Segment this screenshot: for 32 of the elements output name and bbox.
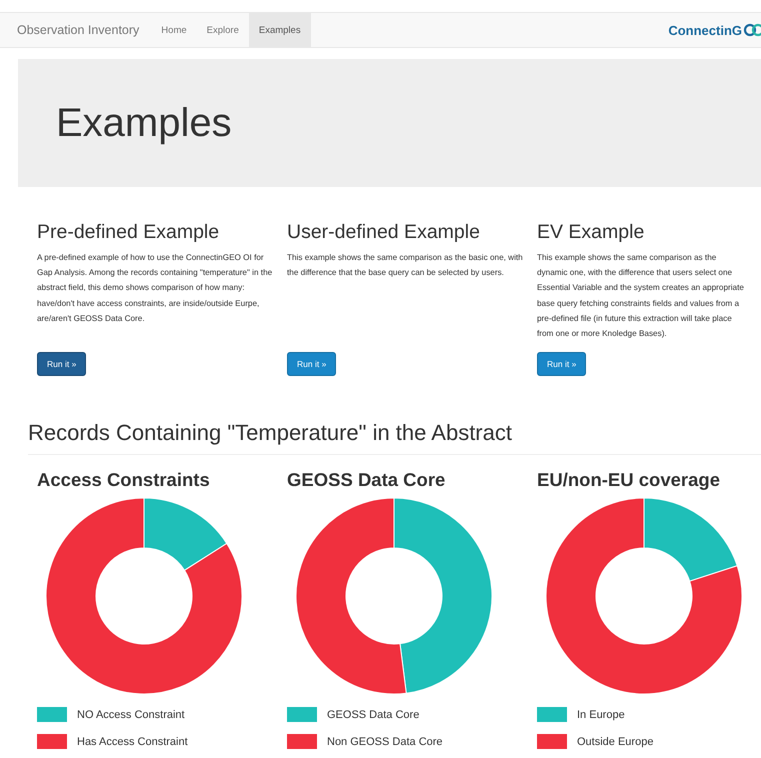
legend-label: Has Access Constraint [77, 736, 188, 748]
run-button[interactable]: Run it » [537, 352, 586, 376]
section-heading: Records Containing "Temperature" in the Abstract [28, 420, 761, 455]
chart-title: EU/non-EU coverage [537, 469, 721, 491]
run-button[interactable]: Run it » [287, 352, 336, 376]
legend-swatch [287, 707, 317, 722]
legend-label: Non GEOSS Data Core [327, 736, 443, 748]
page-title: Examples [56, 100, 232, 146]
legend-swatch [537, 707, 567, 722]
rings-icon [743, 23, 761, 37]
example-heading: User-defined Example [287, 221, 481, 244]
legend-swatch [37, 707, 67, 722]
example-heading: EV Example [537, 221, 646, 244]
legend-label: NO Access Constraint [77, 708, 185, 720]
run-button[interactable]: Run it » [37, 352, 86, 376]
nav-link[interactable]: Home [151, 13, 197, 47]
example-description: This example shows the same comparison as the basic one, with the difference that the base query can be selected by users. [287, 252, 524, 280]
brand-link[interactable]: Observation Inventory [17, 13, 140, 47]
nav-link[interactable]: Examples [248, 13, 311, 47]
legend-label: Outside Europe [577, 736, 654, 748]
example-description: A pre-defined example of how to use the ConnectinGEO OI for Gap Analysis. Among the records containing "temperature" in the abstract field, this demo shows comparison of how many: have/don't have access constraints, are inside/outside Eurpe, are/aren't GEOSS Data Core. [37, 252, 274, 325]
chart-title: Access Constraints [37, 469, 211, 491]
chart-title: GEOSS Data Core [287, 469, 446, 491]
legend-label: GEOSS Data Core [327, 708, 420, 720]
logo-text: ConnectinG [668, 22, 742, 38]
legend-swatch [287, 734, 317, 749]
legend-swatch [37, 734, 67, 749]
legend-swatch [537, 734, 567, 749]
nav-link[interactable]: Explore [196, 13, 249, 47]
example-description: This example shows the same comparison as the dynamic one, with the difference that users select one Essential Variable and the system creates an appropriate base query fetching constraints fields and values from a pre-defined file (in future this extraction will take place from one or more Knoledge Bases). [537, 252, 745, 340]
legend-label: In Europe [577, 708, 625, 720]
example-heading: Pre-defined Example [37, 221, 220, 244]
